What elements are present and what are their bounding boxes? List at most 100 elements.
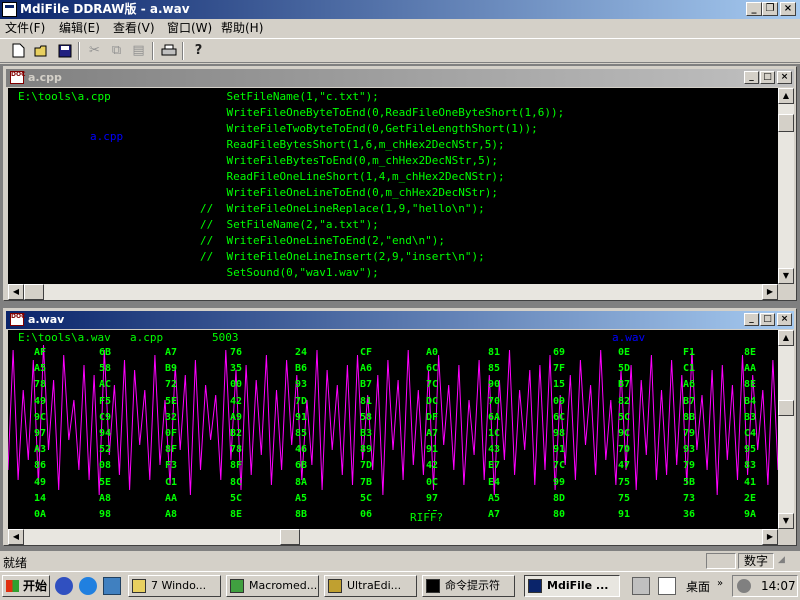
child-minimize-button[interactable]: _	[744, 313, 759, 326]
copy-icon[interactable]: ⧉	[106, 41, 127, 61]
scroll-left-arrow-icon[interactable]: ◀	[8, 284, 24, 300]
document-icon[interactable]: DOC	[10, 313, 25, 326]
child-close-button[interactable]: ×	[777, 71, 792, 84]
scroll-thumb[interactable]	[24, 284, 44, 300]
ime-icon[interactable]	[658, 577, 676, 595]
app-icon	[528, 579, 542, 593]
child-close-button[interactable]: ×	[777, 313, 792, 326]
taskbar-item-windows[interactable]: 7 Windo...	[128, 575, 221, 597]
hex-cell: 8A	[295, 476, 308, 488]
desktop-toolbar-label[interactable]: 桌面	[686, 578, 710, 595]
file-path-label: E:\tools\a.cpp	[18, 90, 111, 103]
hex-cell: 49	[34, 476, 47, 488]
wav-file-path: E:\tools\a.wav	[18, 331, 111, 344]
wav-hex-view[interactable]: E:\tools\a.wav a.cpp 5003 a.wav AF 6B A7 76…	[8, 330, 778, 529]
hex-cell: 8C	[230, 476, 243, 488]
menu-help[interactable]: 帮助(H)	[221, 19, 263, 38]
scroll-down-arrow-icon[interactable]: ▼	[778, 268, 794, 284]
open-folder-icon[interactable]	[31, 41, 52, 61]
restore-button[interactable]: ❐	[762, 2, 778, 16]
code-line: WriteFileOneLineToEnd(0,m_chHex2DecNStr)…	[200, 186, 499, 199]
cut-icon[interactable]: ✂	[84, 41, 105, 61]
child-maximize-button[interactable]: □	[760, 313, 775, 326]
hex-cell: 69	[553, 347, 566, 358]
scroll-up-arrow-icon[interactable]: ▲	[778, 88, 794, 104]
child-window-wav[interactable]: DOC a.wav _ □ × E:\tools\a.wav a.cpp 500…	[3, 308, 797, 546]
scroll-up-arrow-icon[interactable]: ▲	[778, 330, 794, 346]
menu-bar: 文件(F) 编辑(E) 查看(V) 窗口(W) 帮助(H)	[0, 19, 800, 38]
scroll-right-arrow-icon[interactable]: ▶	[762, 284, 778, 300]
hex-cell: A3	[34, 444, 47, 456]
close-button[interactable]: ×	[780, 2, 796, 16]
internet-explorer-icon[interactable]	[79, 577, 97, 595]
hex-cell: 5C	[230, 492, 243, 504]
hex-cell: 8E	[744, 347, 757, 358]
paste-icon[interactable]: ▤	[128, 41, 149, 61]
window-title-bar[interactable]: MdiFile DDRAW版 - a.wav _ ❐ ×	[0, 0, 800, 19]
resize-grip-icon[interactable]: ◢	[778, 555, 796, 569]
menu-view[interactable]: 查看(V)	[113, 19, 155, 38]
scroll-right-arrow-icon[interactable]: ▶	[762, 529, 778, 545]
print-icon[interactable]	[158, 41, 179, 61]
hex-cell: AF	[34, 347, 47, 358]
hex-cell: 0C	[426, 476, 439, 488]
hex-cell: 83	[744, 460, 757, 472]
hex-cell: C9	[99, 411, 112, 423]
taskbar-item-macromedia[interactable]: Macromed...	[226, 575, 319, 597]
hex-cell: 9C	[34, 411, 47, 423]
start-button[interactable]: 开始	[2, 575, 50, 597]
keyboard-icon[interactable]	[632, 577, 650, 595]
hex-cell: A6	[360, 363, 373, 375]
hex-cell: 42	[230, 395, 243, 407]
menu-edit[interactable]: 编辑(E)	[59, 19, 100, 38]
hex-cell: 93	[683, 444, 696, 456]
scroll-thumb[interactable]	[778, 400, 794, 416]
quicklaunch-icon[interactable]	[103, 577, 121, 595]
hex-cell: 9C	[618, 428, 631, 439]
app-icon[interactable]	[2, 2, 17, 17]
hex-cell: 98	[553, 428, 566, 439]
child-maximize-button[interactable]: □	[760, 71, 775, 84]
clock: 14:07	[761, 579, 796, 593]
code-view[interactable]: E:\tools\a.cpp a.cpp SetFileName(1,"c.tx…	[8, 88, 778, 284]
hex-cell: B3	[360, 428, 373, 439]
horizontal-scrollbar-cpp[interactable]: ◀ ▶	[8, 284, 778, 300]
hex-cell: 00	[230, 379, 243, 391]
hex-cell: 2E	[744, 492, 757, 504]
hex-cell: F5	[99, 395, 112, 407]
code-line: WriteFileTwoByteToEnd(0,GetFileLengthSho…	[200, 122, 538, 135]
chevron-right-icon[interactable]: »	[717, 578, 723, 589]
child-title-bar-wav[interactable]: DOC a.wav _ □ ×	[6, 311, 794, 329]
scroll-left-arrow-icon[interactable]: ◀	[8, 529, 24, 545]
vertical-scrollbar-cpp[interactable]: ▲ ▼	[778, 88, 794, 284]
new-file-icon[interactable]	[8, 41, 29, 61]
child-title-bar-cpp[interactable]: DOC a.cpp _ □ ×	[6, 69, 794, 87]
horizontal-scrollbar-wav[interactable]: ◀ ▶	[8, 529, 778, 545]
help-icon[interactable]: ?	[188, 41, 209, 61]
save-icon[interactable]	[54, 41, 75, 61]
taskbar-item-cmd[interactable]: 命令提示符	[422, 575, 515, 597]
vertical-scrollbar-wav[interactable]: ▲ ▼	[778, 330, 794, 529]
scroll-thumb[interactable]	[280, 529, 300, 545]
hex-cell: 5E	[165, 395, 178, 407]
scroll-thumb[interactable]	[778, 114, 794, 132]
tray-icon[interactable]	[737, 579, 751, 593]
console-icon	[426, 579, 440, 593]
scroll-down-arrow-icon[interactable]: ▼	[778, 513, 794, 529]
code-line: SetSound(0,"wav1.wav");	[200, 266, 379, 279]
hex-cell: 5C	[618, 411, 631, 423]
hex-cell: 7D	[295, 395, 308, 407]
menu-window[interactable]: 窗口(W)	[167, 19, 212, 38]
hex-cell: C1	[683, 363, 696, 375]
taskbar-item-mdifile[interactable]: MdiFile ...	[524, 575, 620, 597]
hex-cell: 7C	[553, 460, 566, 472]
child-minimize-button[interactable]: _	[744, 71, 759, 84]
minimize-button[interactable]: _	[746, 2, 762, 16]
quicklaunch-icon[interactable]	[55, 577, 73, 595]
menu-file[interactable]: 文件(F)	[5, 19, 45, 38]
child-window-cpp[interactable]: DOC a.cpp _ □ × E:\tools\a.cpp a.cpp Set…	[3, 66, 797, 301]
hex-cell: A5	[295, 492, 308, 504]
document-icon[interactable]: DOC	[10, 71, 25, 84]
hex-cell: 47	[618, 460, 631, 472]
taskbar-item-ultraedit[interactable]: UltraEdi...	[324, 575, 417, 597]
